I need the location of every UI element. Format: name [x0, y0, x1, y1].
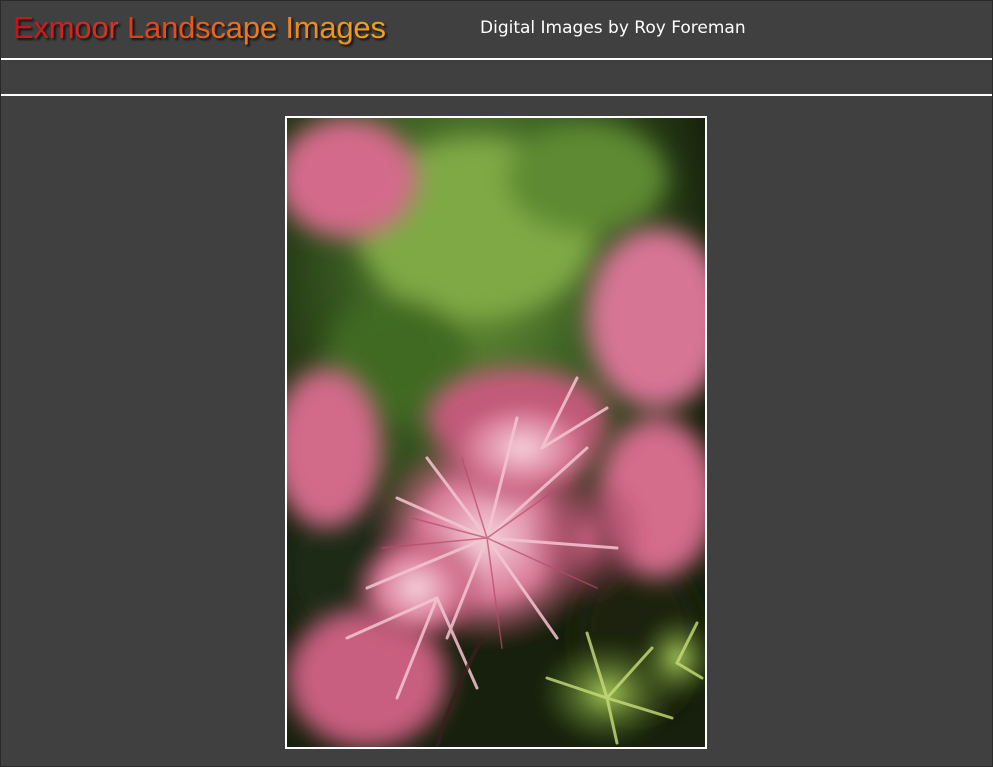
page-frame: Exmoor Landscape Images Digital Images b… [0, 0, 993, 767]
featured-photo[interactable] [285, 116, 707, 749]
maple-leaves-image [287, 118, 705, 747]
site-subtitle: Digital Images by Roy Foreman [480, 18, 746, 38]
site-header: Exmoor Landscape Images Digital Images b… [1, 1, 992, 59]
header-divider-bottom [1, 94, 992, 96]
nav-bar [1, 60, 992, 94]
site-title[interactable]: Exmoor Landscape Images [13, 8, 386, 48]
